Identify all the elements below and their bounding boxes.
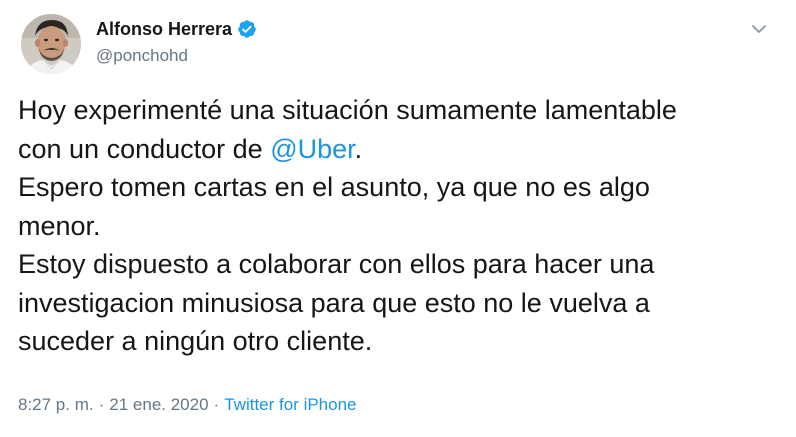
- tweet-source-link[interactable]: Twitter for iPhone: [224, 395, 356, 415]
- tweet-line-text: .: [354, 133, 363, 164]
- tweet-line: Espero tomen cartas en el asunto, ya que…: [18, 172, 650, 202]
- tweet-text: Hoy experimenté una situación sumamente …: [18, 91, 788, 361]
- tweet-line: menor.: [18, 210, 101, 241]
- tweet-line: Estoy dispuesto a colaborar con ellos pa…: [18, 249, 655, 279]
- meta-separator: ·: [98, 395, 105, 414]
- chevron-down-icon[interactable]: [748, 18, 770, 40]
- tweet-time[interactable]: 8:27 p. m.: [18, 395, 94, 415]
- tweet-card: Alfonso Herrera @ponchohd Hoy experiment…: [0, 0, 796, 437]
- avatar-photo: [21, 14, 81, 74]
- author-handle[interactable]: @ponchohd: [96, 46, 257, 66]
- mention-link[interactable]: @Uber: [270, 134, 354, 164]
- meta-separator: ·: [213, 395, 220, 414]
- avatar[interactable]: [21, 14, 81, 74]
- tweet-line-text: con un conductor de: [18, 133, 271, 164]
- tweet-line: suceder a ningún otro cliente.: [18, 326, 373, 356]
- author-block: Alfonso Herrera @ponchohd: [96, 16, 257, 66]
- tweet-date[interactable]: 21 ene. 2020: [109, 395, 208, 415]
- tweet-line: investigacion minusiosa para que esto no…: [18, 287, 650, 318]
- tweet-meta: 8:27 p. m. · 21 ene. 2020 · Twitter for …: [18, 395, 357, 415]
- author-display-name[interactable]: Alfonso Herrera: [96, 19, 232, 40]
- tweet-line: Hoy experimenté una situación sumamente …: [18, 95, 677, 125]
- tweet-line: con un conductor de @Uber.: [18, 130, 788, 169]
- name-row: Alfonso Herrera: [96, 16, 257, 42]
- verified-badge-icon: [237, 19, 257, 39]
